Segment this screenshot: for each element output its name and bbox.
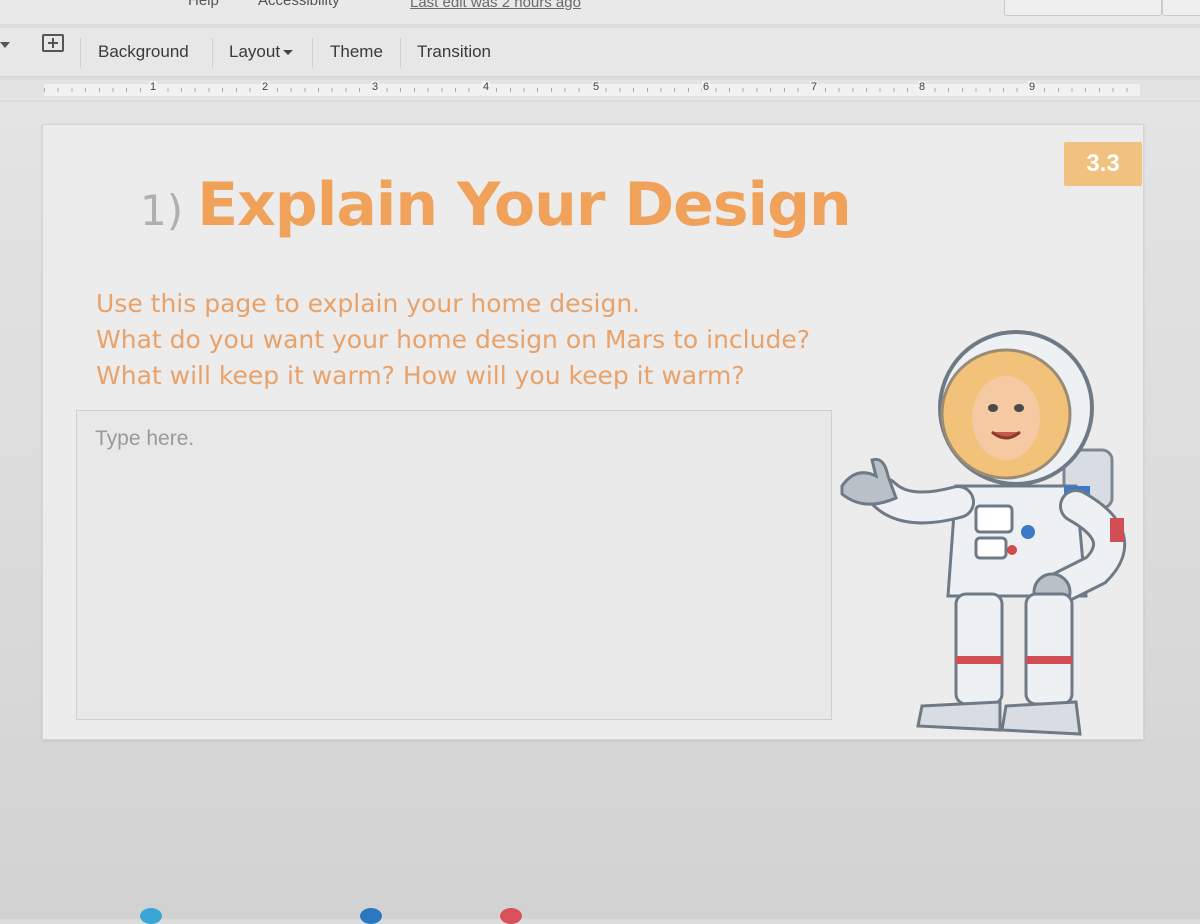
chevron-down-icon (283, 50, 294, 56)
toolbar-divider (312, 38, 313, 68)
ruler-mark: 4 (482, 81, 491, 93)
menu-help[interactable]: Help (188, 0, 219, 9)
eye-shape (988, 404, 998, 412)
ruler-mark: 3 (371, 81, 380, 93)
leg-stripe-shape (1026, 656, 1072, 664)
prompt-line: What do you want your home design on Mar… (96, 325, 810, 354)
boot-shape (1000, 700, 1082, 736)
answer-placeholder: Type here. (95, 427, 195, 450)
taskbar-app-icon[interactable] (140, 908, 162, 924)
face-shape (972, 376, 1040, 460)
title-text: Explain Your Design (197, 170, 852, 240)
leg-shape (1024, 592, 1074, 706)
prompt-text[interactable]: Use this page to explain your home desig… (96, 286, 916, 394)
ruler-mark: 1 (149, 81, 158, 93)
glove-shape (840, 457, 898, 506)
ruler-mark: 7 (810, 81, 819, 93)
chest-panel-shape (974, 536, 1008, 560)
transition-button[interactable]: Transition (417, 38, 491, 66)
answer-text-box[interactable]: Type here. (76, 410, 832, 720)
more-tools-dropdown-icon[interactable] (0, 42, 10, 48)
menu-bar-fragment: Help Accessibility Last edit was 2 hours… (0, 0, 1200, 24)
leg-shape (954, 592, 1004, 706)
share-area[interactable] (1004, 0, 1162, 16)
toolbar-divider (400, 38, 401, 68)
horizontal-ruler[interactable]: 1 2 3 4 5 6 7 8 9 (0, 80, 1200, 100)
account-area[interactable] (1162, 0, 1200, 16)
slide-number-badge: 3.3 (1064, 142, 1142, 186)
ruler-mark: 9 (1028, 81, 1037, 93)
chest-button-shape (1007, 545, 1017, 555)
background-button[interactable]: Background (98, 38, 189, 66)
ruler-mark: 2 (261, 81, 270, 93)
taskbar-app-icon[interactable] (500, 908, 522, 924)
taskbar-fragment (0, 904, 1200, 924)
add-comment-icon[interactable] (42, 34, 64, 52)
eye-shape (1014, 404, 1024, 412)
theme-button[interactable]: Theme (330, 38, 383, 66)
toolbar-divider (80, 38, 81, 68)
prompt-line: Use this page to explain your home desig… (96, 289, 641, 318)
title-number: 1) (140, 186, 184, 235)
toolbar: Background Layout Theme Transition (0, 28, 1200, 77)
boot-shape (916, 700, 1002, 732)
prompt-line: What will keep it warm? How will you kee… (96, 361, 745, 390)
layout-button[interactable]: Layout (229, 38, 294, 66)
menu-accessibility[interactable]: Accessibility (258, 0, 340, 9)
taskbar-app-icon[interactable] (360, 908, 382, 924)
astronaut-illustration[interactable] (836, 326, 1136, 746)
leg-stripe-shape (956, 656, 1002, 664)
last-edit-link[interactable]: Last edit was 2 hours ago (410, 0, 581, 11)
ruler-mark: 6 (702, 81, 711, 93)
chest-panel-shape (974, 504, 1014, 534)
slide-title[interactable]: 1) Explain Your Design (140, 170, 852, 240)
ruler-mark: 8 (918, 81, 927, 93)
layout-label: Layout (229, 42, 281, 61)
toolbar-divider (212, 38, 213, 68)
chest-button-shape (1021, 525, 1035, 539)
arm-stripe-shape (1110, 518, 1124, 542)
ruler-mark: 5 (592, 81, 601, 93)
